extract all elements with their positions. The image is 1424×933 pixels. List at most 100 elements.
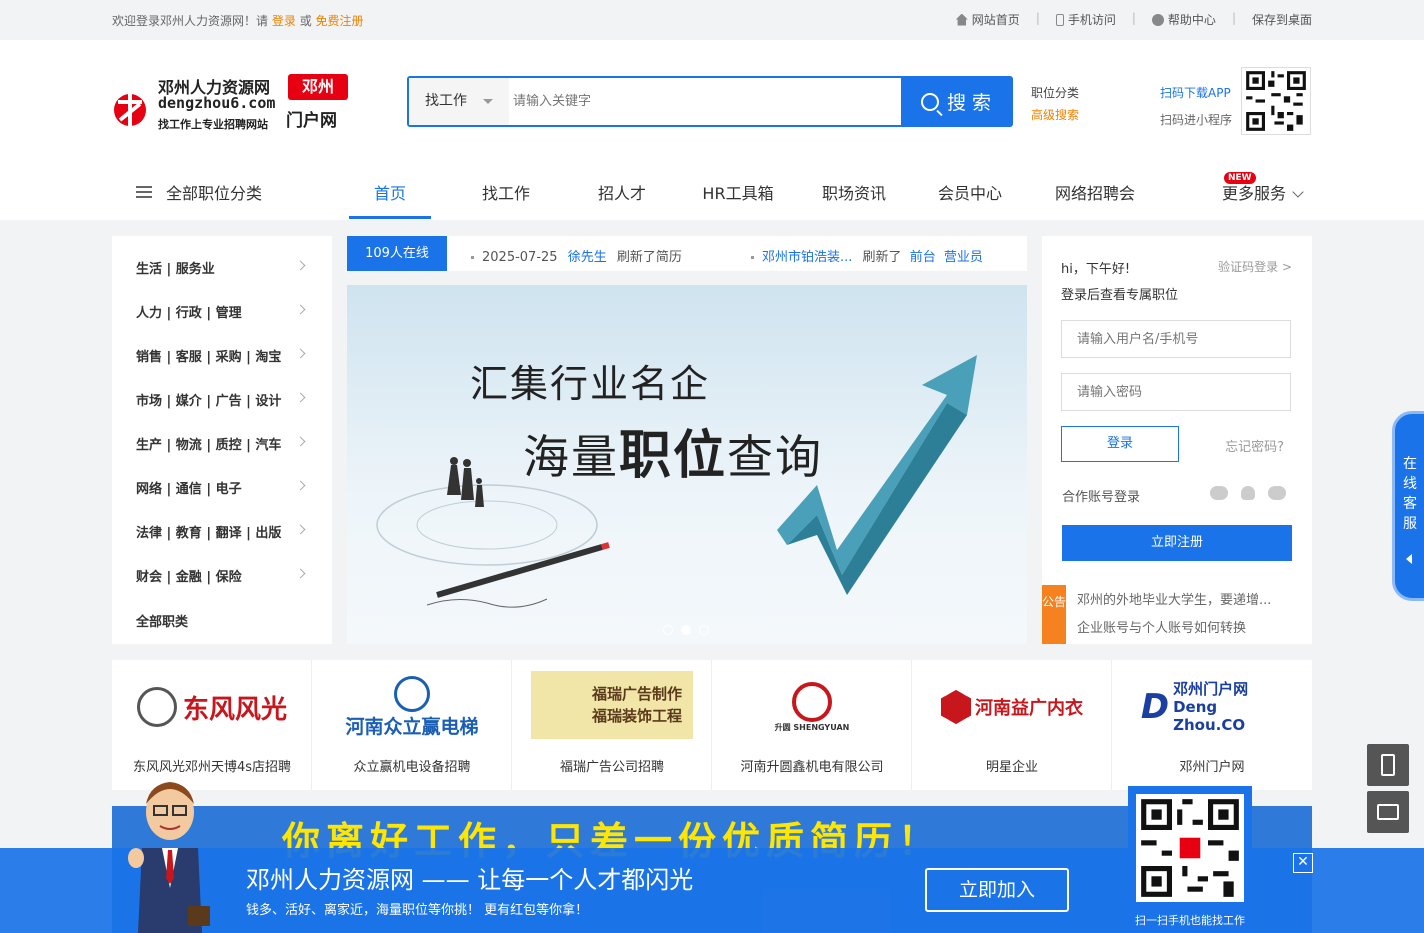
banner-line1: 汇集行业名企 [470,362,711,406]
company-card[interactable]: 升圆 SHENGYUAN 河南升圆鑫机电有限公司 [712,660,912,790]
notice-item[interactable]: 邓州的外地毕业大学生，要递增... [1077,589,1271,608]
password-input[interactable] [1061,373,1291,411]
register-link[interactable]: 免费注册 [316,14,364,28]
login-subtitle: 登录后查看专属职位 [1061,288,1179,303]
login-button[interactable]: 登录 [1061,426,1179,462]
app-download-link[interactable]: 扫码下载APP [1160,80,1232,107]
online-service-label: 在线客服 [1403,456,1417,532]
company-card[interactable]: 河南益广内衣 明星企业 [912,660,1112,790]
join-now-button[interactable]: 立即加入 [925,868,1069,912]
nav-news[interactable]: 职场资讯 [813,180,895,204]
nav-recruit[interactable]: 招人才 [581,180,663,204]
home-link[interactable]: 网站首页 [955,11,1020,28]
register-button[interactable]: 立即注册 [1062,525,1292,561]
phone-icon [1055,13,1064,26]
company-logo-text: 河南众立赢电梯 [345,715,479,738]
search-type-label: 找工作 [425,93,467,109]
mobile-link[interactable]: 手机访问 [1055,11,1116,28]
new-badge: NEW [1224,172,1256,184]
chevron-right-icon [295,304,306,315]
category-item[interactable]: 人力 | 行政 | 管理 [136,302,308,321]
close-float-button[interactable]: ✕ [1293,853,1313,873]
category-item[interactable]: 生活 | 服务业 [136,258,308,277]
all-categories-label: 全部职位分类 [166,184,263,203]
category-item[interactable]: 法律 | 教育 | 翻译 | 出版 [136,522,308,541]
category-label: 法律 | 教育 | 翻译 | 出版 [136,526,282,541]
nav-find-job[interactable]: 找工作 [465,180,547,204]
caret-left-icon [1406,554,1412,564]
top-bar: 欢迎登录邓州人力资源网！请 登录 或 免费注册 网站首页 | 手机访问 | 帮助… [0,0,1424,40]
nav-home[interactable]: 首页 [349,180,431,204]
carousel-dot[interactable] [699,625,709,635]
chevron-right-icon [295,568,306,579]
nav-member[interactable]: 会员中心 [929,180,1011,204]
sms-login-link[interactable]: 验证码登录 > [1218,258,1292,275]
message-float-button[interactable] [1367,791,1409,833]
app-links: 扫码下载APP 扫码进小程序 [1160,80,1232,134]
company-name: 明星企业 [985,760,1038,775]
company-card[interactable]: 河南众立赢电梯 众立赢机电设备招聘 [312,660,512,790]
logo-portal: 门户网 [286,111,337,131]
save-desktop-link[interactable]: 保存到桌面 [1252,11,1312,28]
company-logo: 福瑞广告制作 福瑞装饰工程 [531,671,693,739]
category-label: 生活 | 服务业 [136,262,215,277]
caret-down-icon [483,99,493,104]
company-card[interactable]: 福瑞广告制作 福瑞装饰工程 福瑞广告公司招聘 [512,660,712,790]
carousel-dot-active[interactable] [681,625,691,635]
search-type-select[interactable]: 找工作 [409,78,509,125]
home-icon [955,13,968,26]
mobile-float-button[interactable] [1367,744,1409,786]
company-logo: 河南益广内衣 [932,674,1092,740]
category-label: 人力 | 行政 | 管理 [136,306,242,321]
ticker-job: 营业员 [943,250,983,265]
online-service-tab[interactable]: 在线客服 [1392,411,1424,601]
nav-hr-tools[interactable]: HR工具箱 [697,180,779,204]
category-item[interactable]: 销售 | 客服 | 采购 | 淘宝 [136,346,308,365]
job-category-link[interactable]: 职位分类 [1031,82,1079,104]
forgot-password-link[interactable]: 忘记密码? [1225,436,1284,455]
nav-job-fair[interactable]: 网络招聘会 [1045,180,1145,204]
ticker-item[interactable]: 2025-07-25 徐先生 刷新了简历 [471,246,682,265]
app-qr-code [1241,67,1311,135]
qq-icon[interactable] [1241,486,1255,500]
notice-item[interactable]: 企业账号与个人账号如何转换 [1077,617,1246,636]
search-input[interactable] [513,86,893,117]
logo-slogan: 找工作上专业招聘网站 [158,118,268,131]
category-item[interactable]: 生产 | 物流 | 质控 | 汽车 [136,434,308,453]
login-link[interactable]: 登录 [272,14,296,28]
nav-more-label: 更多服务 [1221,184,1286,203]
main-nav: 全部职位分类 首页 找工作 招人才 HR工具箱 职场资讯 会员中心 网络招聘会 … [112,168,1312,220]
company-card[interactable]: 东风风光 东风风光邓州天博4s店招聘 [112,660,312,790]
chat-icon [1377,804,1399,820]
wechat-icon[interactable] [1268,486,1286,500]
home-link-label: 网站首页 [971,13,1020,27]
mini-program-link[interactable]: 扫码进小程序 [1160,107,1232,134]
category-label: 市场 | 媒介 | 广告 | 设计 [136,394,282,409]
hero-banner[interactable]: 汇集行业名企 海量职位查询 [347,285,1027,644]
all-categories-menu[interactable]: 全部职位分类 [136,180,262,204]
ticker-company: 邓州市铂浩装... [762,250,853,265]
banner-line2-pre: 海量 [523,430,619,484]
carousel-dot[interactable] [663,625,673,635]
company-logo-text: 东风风光 [182,694,287,725]
weibo-icon[interactable] [1210,486,1228,500]
yiguang-logo-icon [941,690,971,724]
category-item[interactable]: 市场 | 媒介 | 广告 | 设计 [136,390,308,409]
company-name: 邓州门户网 [1179,760,1245,775]
category-item[interactable]: 财会 | 金融 | 保险 [136,566,308,585]
social-logins [1210,486,1286,500]
category-item[interactable]: 网络 | 通信 | 电子 [136,478,308,497]
help-link[interactable]: 帮助中心 [1151,11,1216,28]
float-title: 邓州人力资源网 —— 让每一个人才都闪光 [246,866,694,894]
company-logo: 河南众立赢电梯 [332,674,492,740]
advanced-search-link[interactable]: 高级搜索 [1031,104,1079,126]
float-qr-caption: 扫一扫手机也能找工作 [1135,914,1245,927]
dongfeng-logo-icon [136,687,177,727]
username-input[interactable] [1061,320,1291,358]
ticker-item[interactable]: 邓州市铂浩装... 刷新了 前台 营业员 [751,246,983,265]
company-logo-text: 邓州门户网 Deng Zhou.CO [1173,680,1249,734]
site-logo[interactable]: 邓州人力资源网 dengzhou6.com 找工作上专业招聘网站 邓州 门户网 [112,70,352,134]
category-all[interactable]: 全部职类 [136,611,308,630]
company-card[interactable]: D 邓州门户网 Deng Zhou.CO 邓州门户网 [1112,660,1312,790]
search-button[interactable]: 搜 索 [901,78,1011,125]
